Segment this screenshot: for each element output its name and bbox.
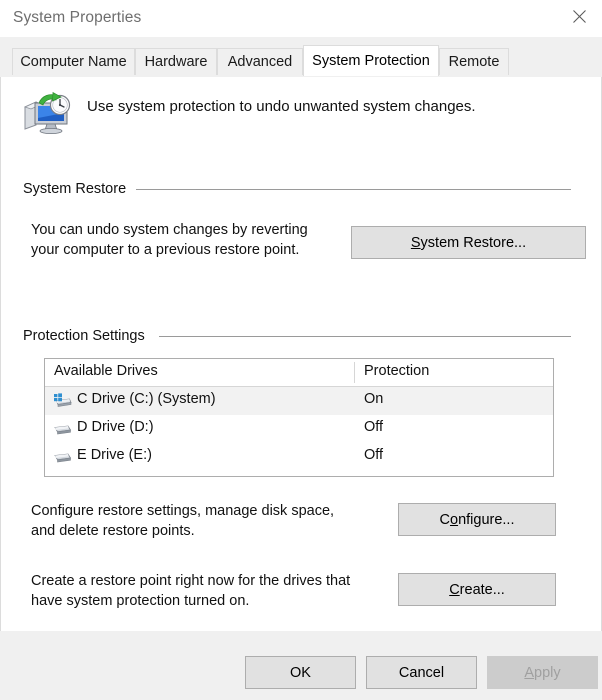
title-bar: System Properties <box>0 0 602 37</box>
apply-button-label: Apply <box>524 665 560 681</box>
group-rule-system-restore <box>136 189 571 190</box>
drive-list-header: Available Drives Protection <box>45 359 553 387</box>
group-label-protection-settings: Protection Settings <box>23 328 152 344</box>
label-rest: reate... <box>459 581 505 598</box>
apply-button: Apply <box>487 656 598 689</box>
drive-protection-value: Off <box>364 419 384 435</box>
tab-remote[interactable]: Remote <box>439 48 509 75</box>
group-rule-protection-settings <box>159 336 571 337</box>
tab-label: Advanced <box>227 54 293 70</box>
cancel-button-label: Cancel <box>398 664 445 681</box>
label-rest: nfigure... <box>458 511 515 528</box>
configure-button-label: Configure... <box>440 512 515 528</box>
create-button[interactable]: Create... <box>398 573 556 606</box>
tab-advanced[interactable]: Advanced <box>217 48 303 75</box>
column-divider <box>354 362 355 383</box>
page-header-caption: Use system protection to undo unwanted s… <box>87 98 476 115</box>
create-button-label: Create... <box>449 582 505 598</box>
drive-list-row[interactable]: C Drive (C:) (System) On <box>45 387 553 415</box>
label-rest: ystem Restore... <box>420 234 527 251</box>
label-pre: C <box>439 511 450 528</box>
accel-char: A <box>524 664 535 681</box>
tab-label: Hardware <box>144 54 208 70</box>
drive-list-row[interactable]: D Drive (D:) Off <box>45 415 553 443</box>
system-properties-dialog: System Properties Computer Name Hardware… <box>0 0 602 700</box>
tab-label: Computer Name <box>20 54 127 70</box>
drive-protection-value: On <box>364 391 384 407</box>
close-button[interactable] <box>556 0 602 33</box>
ok-button[interactable]: OK <box>245 656 356 689</box>
configure-button[interactable]: Configure... <box>398 503 556 536</box>
column-header-protection: Protection <box>364 363 430 379</box>
label-rest: pply <box>534 664 561 681</box>
ok-button-label: OK <box>290 664 311 681</box>
page-header: Use system protection to undo unwanted s… <box>1 77 602 145</box>
cancel-button[interactable]: Cancel <box>366 656 477 689</box>
create-description: Create a restore point right now for the… <box>31 573 351 609</box>
drive-protection-value: Off <box>364 447 384 463</box>
group-label-system-restore: System Restore <box>23 181 134 197</box>
tab-strip: Computer Name Hardware Advanced System P… <box>0 37 602 114</box>
system-drive-icon <box>53 393 73 409</box>
drive-list-row[interactable]: E Drive (E:) Off <box>45 443 553 471</box>
tab-computer-name[interactable]: Computer Name <box>12 48 135 75</box>
system-protection-page: Use system protection to undo unwanted s… <box>0 77 602 631</box>
drive-name: E Drive (E:) <box>77 447 152 463</box>
accel-char: C <box>449 581 460 598</box>
configure-description: Configure restore settings, manage disk … <box>31 503 335 539</box>
accel-char: S <box>410 234 421 251</box>
tab-system-protection[interactable]: System Protection <box>303 45 439 76</box>
drive-icon <box>53 449 73 465</box>
system-restore-description: You can undo system changes by reverting… <box>31 222 308 258</box>
available-drives-list[interactable]: Available Drives Protection C Drive (C:)… <box>44 358 554 477</box>
dialog-footer: OK Cancel Apply <box>0 631 602 700</box>
tab-hardware[interactable]: Hardware <box>135 48 217 75</box>
drive-icon <box>53 421 73 437</box>
tab-label: Remote <box>448 54 500 70</box>
system-restore-button-label: System Restore... <box>411 235 526 251</box>
column-header-available-drives: Available Drives <box>54 363 158 379</box>
close-icon <box>572 10 586 23</box>
accel-char: o <box>449 511 459 528</box>
system-restore-button[interactable]: System Restore... <box>351 226 586 259</box>
window-title: System Properties <box>13 9 142 26</box>
drive-name: C Drive (C:) (System) <box>77 391 216 407</box>
drive-name: D Drive (D:) <box>77 419 154 435</box>
system-protection-icon <box>23 91 71 135</box>
tab-label: System Protection <box>312 53 430 69</box>
